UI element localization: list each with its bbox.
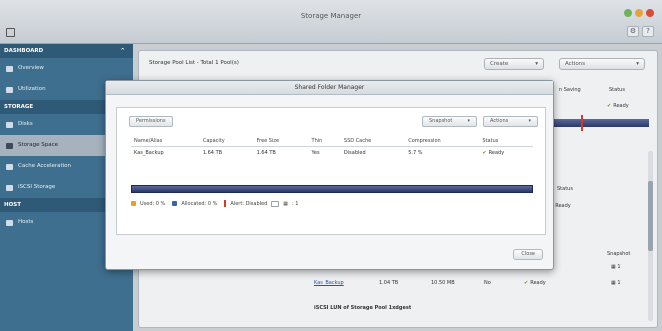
saving-header: n Saving: [559, 87, 581, 93]
dialog-title: Shared Folder Manager: [106, 81, 553, 95]
sidebar-header-label: HOST: [4, 202, 21, 208]
used-swatch-icon: [131, 201, 136, 206]
permissions-button[interactable]: Permissions: [129, 116, 173, 127]
volume-usage-bar: [131, 185, 533, 193]
legend-snapshot: : 1: [292, 200, 299, 207]
alert-edit-button[interactable]: [271, 200, 280, 207]
chevron-up-icon: ^: [120, 48, 125, 54]
disk-icon: [6, 121, 13, 128]
sidebar-header-label: DASHBOARD: [4, 48, 44, 54]
snapshot-icon: ▦: [283, 200, 289, 207]
cell-capacity: 1.64 TB: [202, 150, 223, 156]
table-header-row: Name/Alias Capacity Free Size Thin SSD C…: [131, 136, 533, 147]
row-capacity: 1.04 TB: [379, 280, 399, 286]
sidebar-item-label: Utilization: [18, 86, 46, 92]
row-status: ✔ Ready: [524, 280, 546, 286]
snapshot-header: Snapshot: [607, 251, 631, 257]
column-header[interactable]: Name/Alias: [131, 136, 200, 147]
create-button[interactable]: Create ▾: [484, 58, 544, 70]
status-header-2: Status: [557, 186, 573, 192]
table-row[interactable]: Kas_Backup 1.64 TB 1.64 TB Yes Disabled …: [131, 147, 533, 160]
dialog-actions-button[interactable]: Actions ▾: [483, 116, 538, 127]
column-header[interactable]: Free Size: [253, 136, 309, 147]
sidebar-item-label: Storage Space: [18, 142, 59, 148]
snapshot-value-1: ▦ 1: [611, 264, 621, 270]
status-header: Status: [609, 87, 625, 93]
allocated-swatch-icon: [172, 201, 178, 206]
legend-used: Used: 0 %: [140, 200, 166, 207]
cell-status: ✔ Ready: [482, 150, 505, 156]
row-thin: No: [484, 280, 491, 286]
usage-legend: Used: 0 % Allocated: 0 % Alert: Disabled…: [131, 200, 299, 207]
window-titlebar: Storage Manager ⚙ ?: [0, 0, 662, 44]
snapshot-value-2: ▦ 1: [611, 280, 621, 286]
snapshot-icon: ▦: [611, 264, 616, 270]
column-header[interactable]: Compression: [405, 136, 480, 147]
chart-icon: [6, 86, 13, 93]
actions-button-label: Actions: [490, 118, 509, 124]
sidebar-item-label: Cache Acceleration: [18, 163, 72, 169]
page-title: Storage Pool List - Total 1 Pool(s): [149, 60, 239, 66]
snapshot-button-label: Snapshot: [429, 118, 453, 124]
legend-allocated: Allocated: 0 %: [181, 200, 218, 207]
close-button[interactable]: Close: [513, 249, 543, 260]
create-button-label: Create: [490, 61, 509, 67]
sidebar-item-label: Hosts: [18, 219, 34, 225]
cell-compression: 5.7 %: [408, 150, 423, 156]
overview-icon: [6, 65, 13, 72]
chevron-down-icon: ▾: [467, 118, 470, 124]
minimize-icon[interactable]: [624, 9, 632, 17]
sidebar-item-label: iSCSI Storage: [18, 184, 56, 190]
app-menu-icon[interactable]: [6, 28, 15, 37]
snapshot-button[interactable]: Snapshot ▾: [422, 116, 477, 127]
dialog-content: Permissions Snapshot ▾ Actions ▾ Name/Al…: [116, 107, 546, 235]
check-icon: ✔: [524, 280, 529, 286]
iscsi-icon: [6, 184, 13, 191]
alert-threshold-marker: [581, 115, 583, 131]
sidebar-header-dashboard[interactable]: DASHBOARD ^: [0, 44, 133, 58]
chevron-down-icon: ▾: [535, 61, 538, 67]
actions-button[interactable]: Actions ▾: [559, 58, 645, 70]
shared-folder-manager-dialog: Shared Folder Manager Permissions Snapsh…: [105, 80, 554, 270]
shared-folder-table: Name/Alias Capacity Free Size Thin SSD C…: [131, 136, 533, 159]
iscsi-section-label: iSCSI LUN of Storage Pool 1xdgest: [314, 305, 412, 311]
settings-icon[interactable]: ⚙: [627, 26, 639, 37]
alert-marker-icon: [224, 200, 227, 207]
sidebar-item-label: Overview: [18, 65, 44, 71]
cache-icon: [6, 163, 13, 170]
cell-ssd-cache: Disabled: [343, 150, 366, 156]
check-icon: ✔: [482, 150, 487, 156]
maximize-icon[interactable]: [635, 9, 643, 17]
snapshot-icon: ▦: [611, 280, 616, 286]
sidebar-header-label: STORAGE: [4, 104, 34, 110]
cell-free-size: 1.64 TB: [256, 150, 276, 156]
cell-thin: Yes: [311, 150, 320, 156]
row-free: 10.50 MB: [431, 280, 455, 286]
chevron-down-icon: ▾: [528, 118, 531, 124]
scrollbar[interactable]: [648, 151, 653, 321]
sidebar-item-overview[interactable]: Overview: [0, 58, 133, 79]
legend-alert: Alert: Disabled: [230, 200, 268, 207]
pool-usage-bar: [549, 115, 649, 131]
status-value: ✔ Ready: [607, 103, 629, 109]
column-header[interactable]: Status: [479, 136, 533, 147]
chevron-down-icon: ▾: [636, 61, 639, 67]
window-controls: [624, 9, 654, 17]
column-header[interactable]: SSD Cache: [340, 136, 406, 147]
column-header[interactable]: Thin: [308, 136, 341, 147]
sidebar-item-label: Disks: [18, 121, 33, 127]
scrollbar-thumb[interactable]: [648, 181, 653, 251]
column-header[interactable]: Capacity: [199, 136, 254, 147]
check-icon: ✔: [607, 103, 612, 109]
host-icon: [6, 219, 13, 226]
help-icon[interactable]: ?: [642, 26, 654, 37]
window-title: Storage Manager: [300, 12, 362, 20]
close-window-icon[interactable]: [646, 9, 654, 17]
cell-name: Kas_Backup: [134, 150, 164, 156]
storage-icon: [6, 142, 13, 149]
actions-button-label: Actions: [565, 61, 586, 67]
volume-link[interactable]: Kas_Backup: [314, 280, 344, 286]
toolbar-tools: ⚙ ?: [627, 26, 654, 37]
